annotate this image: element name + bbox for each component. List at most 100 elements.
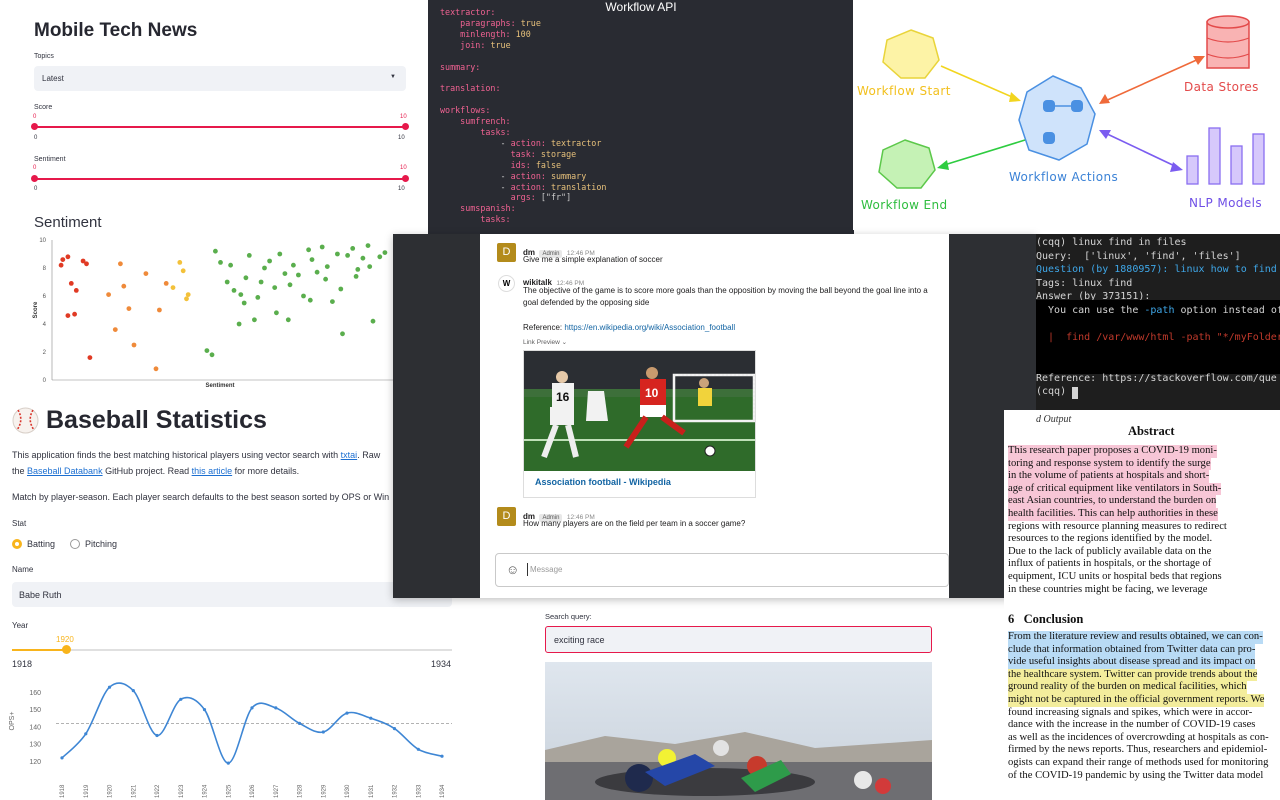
link-preview-toggle[interactable]: Link Preview ⌄ [523,338,567,346]
scatter-point [338,286,344,292]
scatter-point [319,244,325,250]
paper-text-line: firmed by the news reports. Thus, resear… [1008,744,1268,756]
scatter-point [324,264,330,269]
workflow-actions-label: Workflow Actions [1009,170,1119,184]
terminal-line-question: Question (by 1880957): linux how to find [1036,264,1277,275]
ops-x-tick-label: 1928 [298,784,304,798]
year-slider-handle[interactable] [62,645,71,654]
ops-x-tick-label: 1934 [440,784,446,798]
year-slider-track[interactable] [12,649,452,651]
score-slider-min-handle[interactable] [31,123,38,130]
pitching-label: Pitching [85,539,118,549]
scatter-point [87,355,93,360]
scatter-point [224,279,230,285]
topics-select[interactable]: Latest ▼ [34,66,406,91]
scatter-point [382,250,388,255]
message-2-line-2: goal defended by the opposing side [523,298,650,307]
sentiment-section-title: Sentiment [34,214,102,231]
year-label: Year [12,621,29,630]
ops-y-tick-label: 120 [29,759,41,766]
ops-x-tick-label: 1927 [274,784,280,798]
search-query-input[interactable]: exciting race [545,626,932,653]
reference-link[interactable]: https://en.wikipedia.org/wiki/Associatio… [564,323,735,332]
ops-y-tick-label: 140 [29,724,41,731]
this-article-link[interactable]: this article [192,466,233,476]
scatter-y-axis-label: Score [33,301,39,318]
wikitalk-avatar[interactable]: W [498,275,515,292]
scatter-point [177,260,183,265]
scatter-point [84,261,89,267]
paper-text-line: clude that information obtained from Twi… [1008,643,1256,657]
ops-x-tick-label: 1930 [345,784,351,798]
ops-x-tick-label: 1925 [226,784,232,798]
scatter-point [213,248,218,254]
emoji-icon[interactable]: ☺ [506,562,519,577]
paper-text-line: found increasing signals and spikes, whi… [1008,706,1253,718]
message-3-text: How many players are on the field per te… [523,519,746,528]
scatter-y-tick-label: 0 [43,378,47,384]
paper-text-line: Due to the lack of publicly available da… [1008,545,1212,557]
player-name-input[interactable]: Babe Ruth [12,582,452,607]
scatter-x-axis-label: Sentiment [205,383,234,389]
paper-text-line: influx of patients in hospitals, or the … [1008,558,1212,570]
score-slider-track[interactable] [34,126,406,128]
chevron-down-icon: ▼ [390,74,396,80]
dm-avatar-2[interactable]: D [497,507,516,526]
terminal-prompt[interactable]: (cqq) [1036,386,1072,397]
message-composer[interactable]: ☺ Message [495,553,949,587]
terminal-line-code: | find /var/www/html -path "*/myFolder [1036,332,1280,343]
scatter-point [274,310,279,316]
score-high-value: 10 [400,114,407,120]
paper-text-line: From the literature review and results o… [1008,631,1263,644]
name-label: Name [12,565,34,574]
txtai-link[interactable]: txtai [341,450,358,460]
ops-point [226,761,230,765]
paper-text-line: of the COVID-19 pandemic by using the Tw… [1008,769,1264,781]
pitching-radio[interactable] [70,539,80,549]
paper-text-line: ogists can expand their range of methods… [1008,757,1269,768]
scatter-point [262,265,267,271]
scatter-point [209,352,215,358]
scatter-point [360,255,366,261]
batting-label: Batting [27,539,56,549]
terminal-cursor [1072,387,1078,399]
ops-point [155,733,159,738]
batting-radio[interactable] [12,539,22,549]
paper-text-line: might not be captured in the official go… [1008,694,1265,707]
sentiment-slider-min-handle[interactable] [31,175,38,182]
terminal-line-answer-text: You can use the -path option instead of [1036,305,1280,316]
scatter-point [335,251,340,257]
year-slider-fill [12,649,67,651]
year-current-value: 1920 [56,635,74,644]
ops-series-line [61,682,443,764]
ops-y-tick-label: 150 [29,707,41,714]
scatter-point [307,297,313,303]
scatter-point [301,293,306,299]
ops-point [250,706,254,710]
link-preview-card[interactable]: 16 10 Association football - Wikipedia [523,350,756,498]
scatter-y-tick-label: 10 [39,238,46,244]
svg-text:10: 10 [645,386,659,400]
news-title: Mobile Tech News [34,20,198,41]
scatter-point [157,307,162,313]
baseball-title: Baseball Statistics [46,406,267,434]
scatter-point [367,264,373,269]
sentiment-slider-max-handle[interactable] [402,175,409,182]
score-min: 0 [34,135,38,141]
workflow-end-shape [878,139,936,189]
link-preview-title[interactable]: Association football - Wikipedia [524,471,755,493]
scatter-point [231,288,237,293]
score-low-value: 0 [33,114,37,120]
scatter-point [126,306,132,311]
sentiment-scatter-chart: 0 2 4 6 8 10 Score Sentiment [33,238,394,389]
sentiment-slider-track[interactable] [34,178,406,180]
score-slider-max-handle[interactable] [402,123,409,130]
scatter-point [60,257,66,262]
sentiment-high-value: 10 [400,165,407,171]
dm-avatar[interactable]: D [497,243,516,262]
paper-panel: d Output Abstract This research paper pr… [1004,410,1280,800]
baseball-databank-link[interactable]: Baseball Databank [27,466,103,476]
ops-point [297,721,302,725]
database-icon [1206,15,1250,69]
workflow-start-shape [882,29,940,79]
